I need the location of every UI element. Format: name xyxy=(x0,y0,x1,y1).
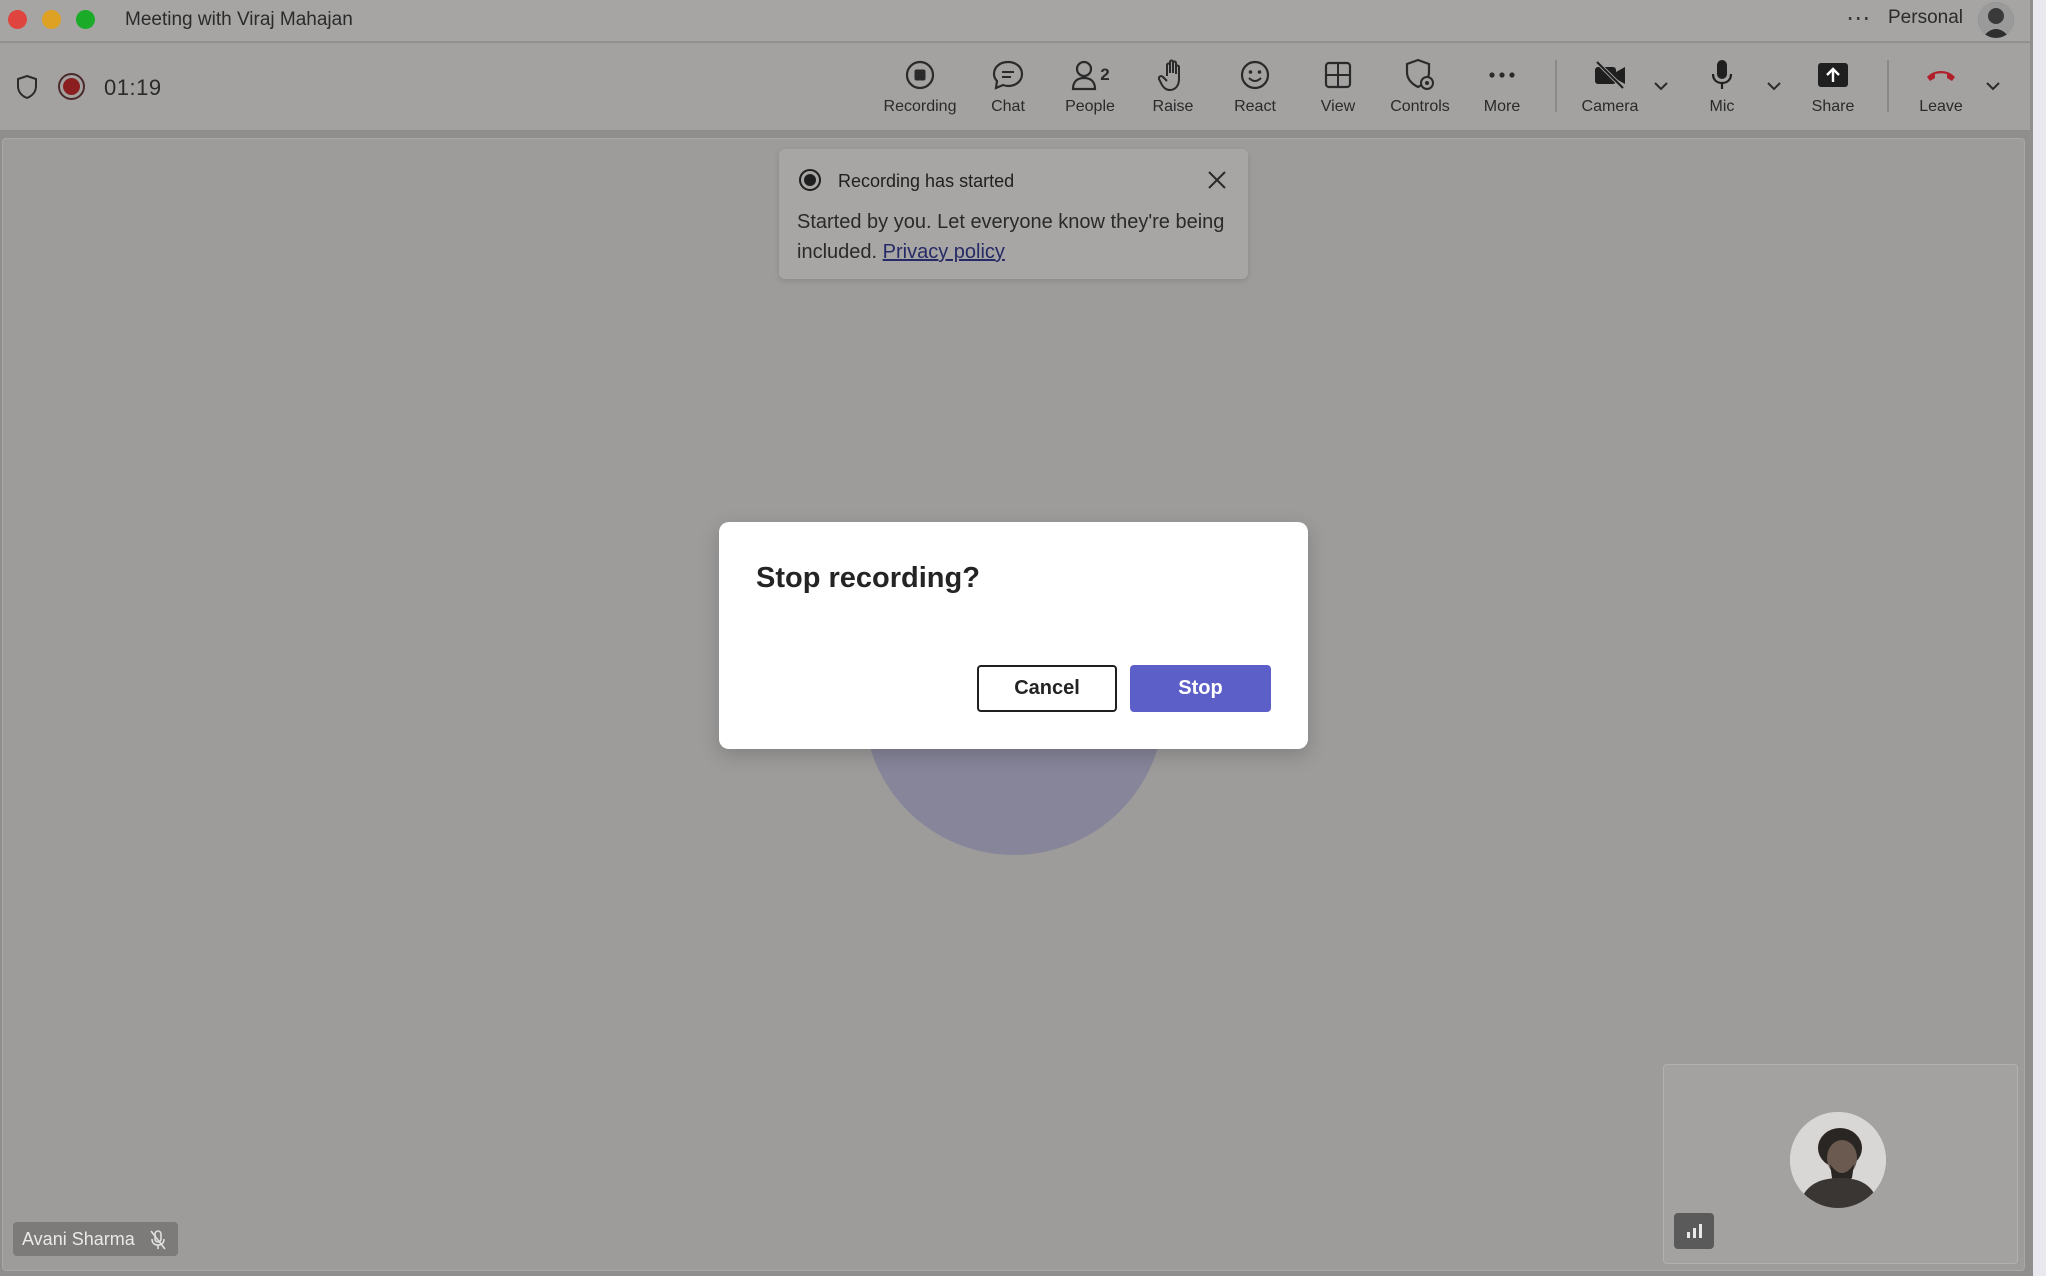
hand-icon xyxy=(1158,57,1188,93)
mic-button[interactable]: Mic xyxy=(1672,57,1772,123)
leave-button[interactable]: Leave xyxy=(1891,57,1991,123)
recording-label: Recording xyxy=(883,98,957,115)
share-icon xyxy=(1816,57,1850,93)
participant-name: Avani Sharma xyxy=(22,1228,135,1249)
title-bar: Meeting with Viraj Mahajan ⋯ Personal xyxy=(0,0,2046,42)
shield-gear-icon xyxy=(1404,57,1436,93)
minimize-window-button[interactable] xyxy=(42,10,61,29)
signal-bars-icon xyxy=(1687,1224,1702,1238)
toolbar-divider xyxy=(1555,60,1557,112)
dialog-title: Stop recording? xyxy=(756,562,980,594)
account-avatar[interactable] xyxy=(1978,2,2014,38)
close-icon[interactable] xyxy=(1204,167,1230,193)
privacy-policy-link[interactable]: Privacy policy xyxy=(883,241,1005,263)
more-label: More xyxy=(1483,98,1521,115)
people-label: People xyxy=(1065,98,1115,115)
toast-body: Started by you. Let everyone know they'r… xyxy=(797,207,1227,267)
toast-message: Started by you. Let everyone know they'r… xyxy=(797,211,1225,263)
mic-options-chevron-down-icon[interactable] xyxy=(1766,78,1782,96)
call-health-button[interactable] xyxy=(1674,1213,1714,1249)
controls-label: Controls xyxy=(1390,98,1450,115)
leave-options-chevron-down-icon[interactable] xyxy=(1985,78,2001,96)
share-label: Share xyxy=(1811,98,1855,115)
more-options-icon[interactable]: ⋯ xyxy=(1846,4,1871,33)
recording-button[interactable]: Recording xyxy=(870,57,970,123)
self-avatar xyxy=(1790,1112,1886,1208)
record-icon xyxy=(799,169,821,191)
people-count: 2 xyxy=(1100,65,1110,84)
phone-hangup-icon xyxy=(1924,57,1958,93)
stop-button[interactable]: Stop xyxy=(1130,665,1271,712)
more-icon xyxy=(1487,57,1517,93)
camera-options-chevron-down-icon[interactable] xyxy=(1653,78,1669,96)
meeting-timer: 01:19 xyxy=(104,75,162,100)
toast-title: Recording has started xyxy=(838,171,1015,191)
window-title: Meeting with Viraj Mahajan xyxy=(125,9,353,30)
cancel-button[interactable]: Cancel xyxy=(977,665,1117,712)
grid-icon xyxy=(1323,57,1353,93)
record-icon xyxy=(904,57,936,93)
view-label: View xyxy=(1320,98,1356,115)
raise-label: Raise xyxy=(1152,98,1194,115)
people-icon: 2 xyxy=(1070,57,1110,93)
mic-icon xyxy=(1709,57,1735,93)
smiley-icon xyxy=(1239,57,1271,93)
react-label: React xyxy=(1234,98,1276,115)
more-button[interactable]: More xyxy=(1452,57,1552,123)
toolbar-divider xyxy=(1887,60,1889,112)
shield-icon[interactable] xyxy=(15,74,39,105)
mic-muted-icon xyxy=(149,1229,167,1256)
camera-off-icon xyxy=(1593,57,1627,93)
share-button[interactable]: Share xyxy=(1783,57,1883,123)
camera-button[interactable]: Camera xyxy=(1560,57,1660,123)
mic-label: Mic xyxy=(1709,98,1735,115)
window-edge-border xyxy=(2030,0,2033,1276)
leave-label: Leave xyxy=(1919,98,1963,115)
meeting-toolbar: 01:19 Recording Chat 2 People Raise Reac… xyxy=(0,43,2046,131)
zoom-window-button[interactable] xyxy=(76,10,95,29)
stop-recording-dialog: Stop recording? Cancel Stop xyxy=(719,522,1308,749)
recording-indicator-icon xyxy=(58,73,85,100)
camera-label: Camera xyxy=(1581,98,1639,115)
close-window-button[interactable] xyxy=(8,10,27,29)
participant-name-tag: Avani Sharma xyxy=(13,1222,178,1256)
self-view-tile xyxy=(1663,1064,2018,1264)
chat-label: Chat xyxy=(991,98,1025,115)
account-label[interactable]: Personal xyxy=(1888,7,1963,29)
chat-icon xyxy=(991,57,1025,93)
recording-started-toast: Recording has started Started by you. Le… xyxy=(779,149,1248,279)
